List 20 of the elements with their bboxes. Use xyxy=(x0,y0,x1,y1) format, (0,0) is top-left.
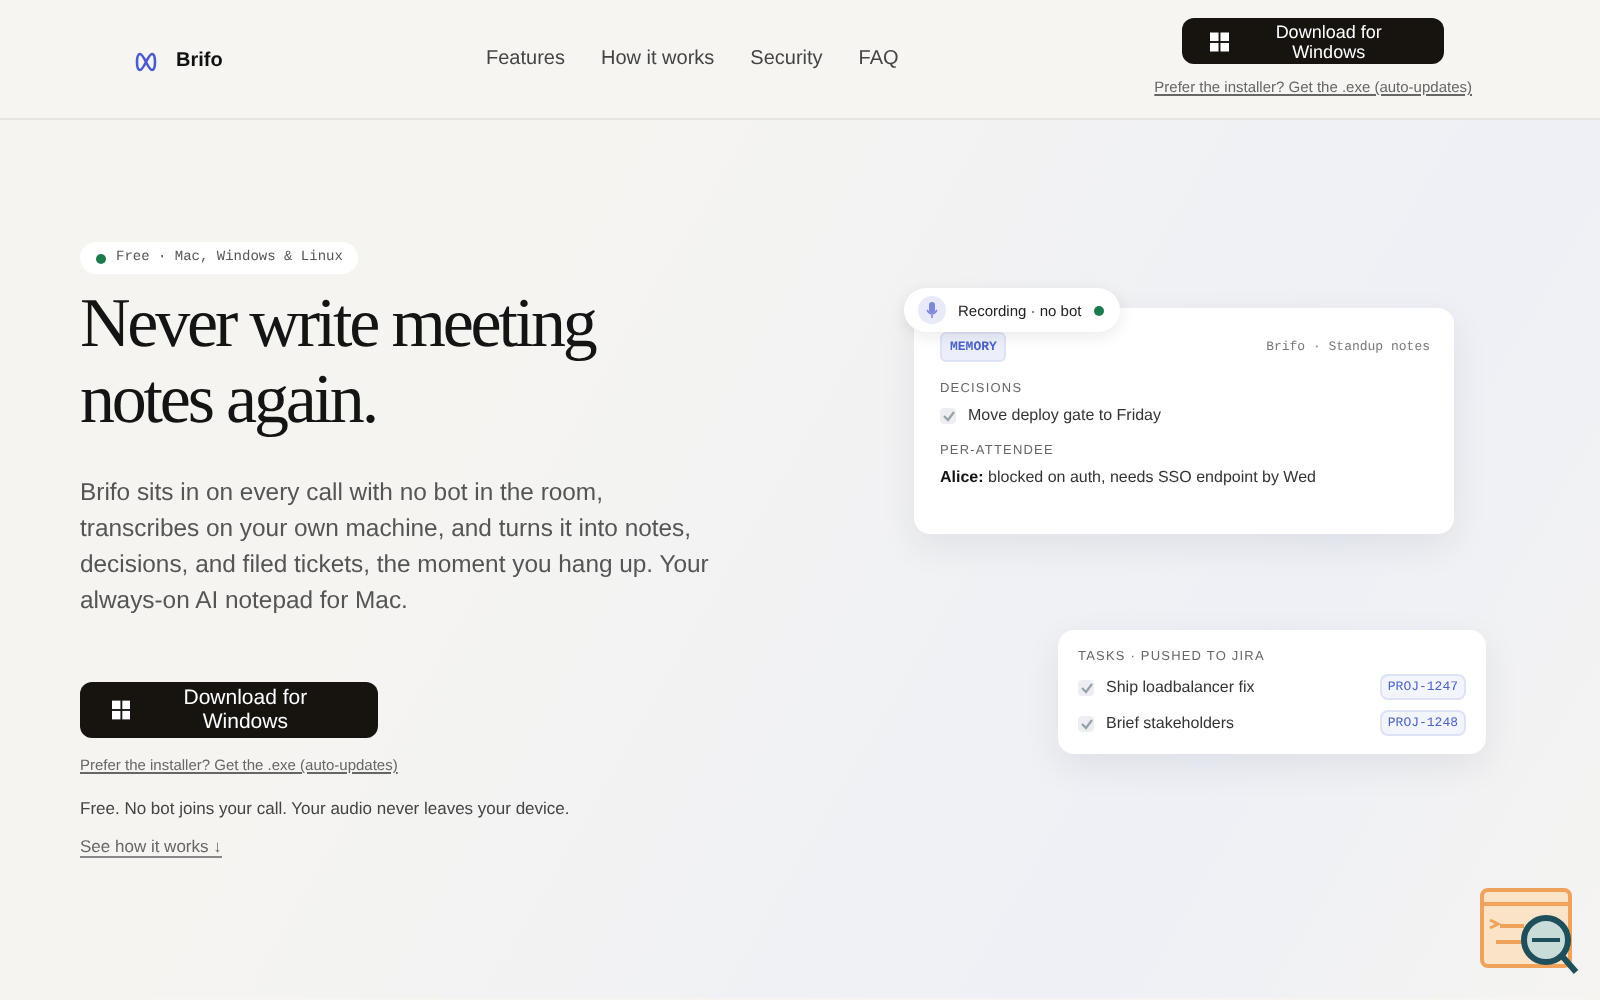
hero-description: Brifo sits in on every call with no bot in the room, transcribes on your own machine, and turns it into notes, decisions, and filed tickets, the moment you hang up. Your always-on AI notepad for Mac. xyxy=(80,476,711,618)
privacy-note: Free. No bot joins your call. Your audio never leaves your device. xyxy=(80,798,570,818)
download-button[interactable]: Download for Windows xyxy=(80,682,378,738)
attendee-note: Alice: blocked on auth, needs SSO endpoint by Wed xyxy=(940,468,1316,486)
nav-link[interactable]: How it works xyxy=(600,48,715,70)
brand-name[interactable]: Brifo xyxy=(176,50,223,72)
task-item: Ship loadbalancer fix xyxy=(1106,678,1257,696)
task-item: Brief stakeholders xyxy=(1106,714,1237,732)
hero-title: Never write meeting notes again. xyxy=(80,286,598,438)
status-dot xyxy=(1093,305,1104,315)
download-button[interactable]: Download for Windows xyxy=(1182,18,1445,64)
windows-icon xyxy=(1210,31,1230,51)
nav-link[interactable]: Features xyxy=(486,48,565,70)
decision-item: Move deploy gate to Friday xyxy=(968,406,1161,424)
see-how-link[interactable]: See how it works ↓ xyxy=(80,836,222,858)
infinity-logo-icon xyxy=(134,51,158,71)
nav-link[interactable]: Security xyxy=(750,48,823,70)
windows-icon xyxy=(112,700,131,720)
microphone-icon xyxy=(918,296,946,324)
nav-link[interactable]: FAQ xyxy=(858,48,899,70)
